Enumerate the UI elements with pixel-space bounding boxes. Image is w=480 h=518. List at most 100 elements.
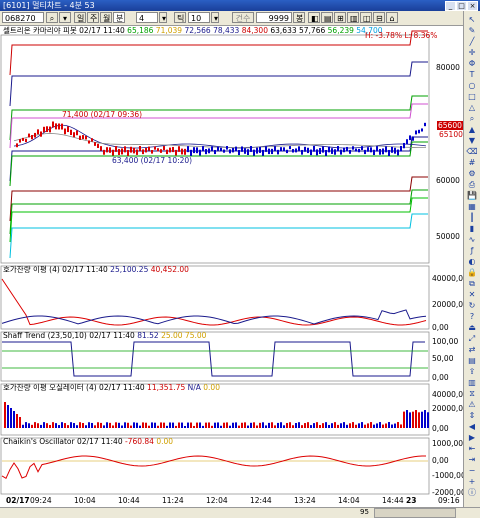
pencil-icon[interactable]: ✎ xyxy=(466,25,478,36)
period-week-button[interactable]: 주 xyxy=(87,12,99,23)
export-icon[interactable]: ⇪ xyxy=(466,366,478,377)
layout-icon[interactable]: ▥ xyxy=(466,377,478,388)
alert-icon[interactable]: ⚠ xyxy=(466,399,478,410)
candle xyxy=(244,148,246,154)
candle xyxy=(202,146,204,152)
histogram-bar xyxy=(88,422,90,428)
search-icon[interactable]: ⌕ xyxy=(46,12,58,23)
lock-icon[interactable]: 🔒 xyxy=(466,267,478,278)
eraser-icon[interactable]: ⌫ xyxy=(466,146,478,157)
candle xyxy=(346,146,348,152)
grid-icon[interactable]: # xyxy=(466,157,478,168)
arrow-up-icon[interactable]: ▲ xyxy=(466,124,478,135)
chevron-down-icon[interactable]: ▾ xyxy=(211,12,219,23)
chevron-down-icon[interactable]: ▾ xyxy=(159,12,167,23)
price-label: 80000 xyxy=(436,63,460,72)
stock-code-input[interactable]: 068270 xyxy=(2,12,44,23)
count-input[interactable]: 9999 xyxy=(256,12,292,23)
square-icon[interactable]: □ xyxy=(466,91,478,102)
copy-icon[interactable]: ⧉ xyxy=(466,278,478,289)
tool2-icon[interactable]: ▤ xyxy=(321,12,333,23)
maximize-button[interactable]: □ xyxy=(456,1,467,11)
print-icon[interactable]: ⎙ xyxy=(466,179,478,190)
chart-area[interactable]: 셀트리온 카마리야 피봇 02/17 11:40 65,186 71,039 7… xyxy=(0,26,468,506)
histogram-bar xyxy=(91,422,93,428)
chart-type-icon[interactable]: ▦ xyxy=(466,201,478,212)
arrow-down-icon[interactable]: ▼ xyxy=(466,135,478,146)
bottom-bar: 95 xyxy=(0,507,480,518)
histogram-bar xyxy=(151,422,153,428)
period-month-button[interactable]: 월 xyxy=(100,12,112,23)
candle xyxy=(88,140,90,144)
histogram-bar xyxy=(256,425,258,428)
histogram-bar xyxy=(193,425,195,428)
tool7-icon[interactable]: ⌂ xyxy=(386,12,398,23)
histogram-bar xyxy=(421,411,423,428)
pivot-line xyxy=(9,197,428,243)
tick-value-select[interactable]: 10 xyxy=(188,12,210,23)
candle-icon[interactable]: ┃ xyxy=(466,212,478,223)
minus-icon[interactable]: − xyxy=(466,465,478,476)
period-day-button[interactable]: 일 xyxy=(74,12,86,23)
back-icon[interactable]: ◀ xyxy=(466,421,478,432)
indicator-icon[interactable]: ƒ xyxy=(466,245,478,256)
candle xyxy=(349,149,351,154)
histogram-bar xyxy=(25,422,27,428)
tool1-icon[interactable]: ◧ xyxy=(308,12,320,23)
histogram-bar xyxy=(19,417,21,428)
line-chart-icon[interactable]: ∿ xyxy=(466,234,478,245)
refresh-icon[interactable]: ↻ xyxy=(466,300,478,311)
save-icon[interactable]: 💾 xyxy=(466,190,478,201)
history-icon[interactable]: ▾ xyxy=(59,12,71,23)
unit-button[interactable]: 봉 xyxy=(293,12,305,23)
zoom-icon[interactable]: ⌕ xyxy=(466,113,478,124)
delete-icon[interactable]: ✕ xyxy=(466,289,478,300)
exit-icon[interactable]: ⏏ xyxy=(466,322,478,333)
tool4-icon[interactable]: ▥ xyxy=(347,12,359,23)
bar-icon[interactable]: ▮ xyxy=(466,223,478,234)
indicator-value: 0.00 xyxy=(200,383,220,392)
tool6-icon[interactable]: ⊟ xyxy=(373,12,385,23)
histogram-bar xyxy=(10,408,12,428)
cursor-icon[interactable]: ↖ xyxy=(466,14,478,25)
compare-icon[interactable]: ⇄ xyxy=(466,344,478,355)
histogram-bar xyxy=(403,411,405,428)
histogram-bar xyxy=(37,423,39,428)
cross-icon[interactable]: ✛ xyxy=(466,47,478,58)
zoom-value[interactable]: 95 xyxy=(360,508,369,516)
forward-icon[interactable]: ▶ xyxy=(466,432,478,443)
histogram-bar xyxy=(409,412,411,428)
info-icon[interactable]: ⓘ xyxy=(466,487,478,498)
candle xyxy=(334,149,336,155)
help-icon[interactable]: ? xyxy=(466,311,478,322)
minute-value-select[interactable]: 4 xyxy=(136,12,158,23)
template-icon[interactable]: ▤ xyxy=(466,355,478,366)
end-icon[interactable]: ⇥ xyxy=(466,454,478,465)
histogram-bar xyxy=(226,422,228,428)
tool5-icon[interactable]: ◫ xyxy=(360,12,372,23)
indicator-value: -760.84 xyxy=(122,437,154,446)
color-icon[interactable]: ◐ xyxy=(466,256,478,267)
candle xyxy=(106,147,108,153)
tick-button[interactable]: 틱 xyxy=(174,12,186,23)
fibonacci-icon[interactable]: Φ xyxy=(466,58,478,69)
close-button[interactable]: × xyxy=(467,1,478,11)
histogram-bar xyxy=(178,422,180,428)
settings-icon[interactable]: ⚙ xyxy=(466,168,478,179)
circle-icon[interactable]: ○ xyxy=(466,80,478,91)
triangle-icon[interactable]: △ xyxy=(466,102,478,113)
plus-icon[interactable]: + xyxy=(466,476,478,487)
candle xyxy=(127,149,129,156)
expand-icon[interactable]: ⤢ xyxy=(466,333,478,344)
filter-icon[interactable]: ⧖ xyxy=(466,388,478,399)
line-icon[interactable]: ╱ xyxy=(466,36,478,47)
period-minute-button[interactable]: 분 xyxy=(113,12,125,23)
tool3-icon[interactable]: ⊞ xyxy=(334,12,346,23)
histogram-bar xyxy=(316,422,318,428)
minimize-button[interactable]: _ xyxy=(445,1,456,11)
text-icon[interactable]: T xyxy=(466,69,478,80)
histogram-bar xyxy=(253,422,255,428)
scroll-icon[interactable]: ⇕ xyxy=(466,410,478,421)
candle xyxy=(100,146,102,151)
home-icon[interactable]: ⇤ xyxy=(466,443,478,454)
